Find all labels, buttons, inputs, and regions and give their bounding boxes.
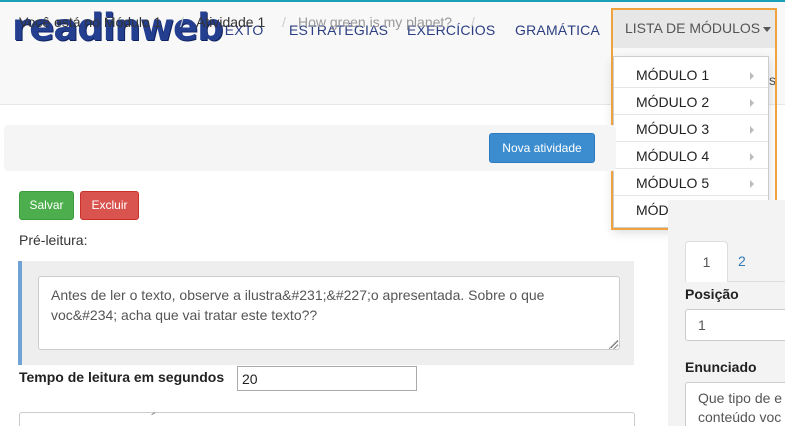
reading-time-input[interactable] — [237, 366, 417, 391]
modules-menu-highlight — [611, 8, 777, 230]
delete-button[interactable]: Excluir — [80, 191, 139, 220]
next-field-box[interactable] — [19, 412, 635, 426]
new-activity-button[interactable]: Nova atividade — [489, 133, 595, 163]
tab-divider — [728, 281, 785, 282]
breadcrumb-separator: / — [180, 14, 184, 30]
pre-reading-textarea[interactable]: Antes de ler o texto, observe a ilustra&… — [38, 276, 620, 350]
nav-gramatica[interactable]: GRAMÁTICA — [515, 22, 600, 38]
breadcrumb-separator: / — [282, 14, 286, 30]
breadcrumb-separator: / — [471, 14, 475, 30]
breadcrumb-module[interactable]: Você está no Módulo 1 — [19, 14, 161, 30]
breadcrumb-activity[interactable]: Atividade 1 — [196, 14, 265, 30]
reading-time-label: Tempo de leitura em segundos — [19, 369, 225, 385]
position-label: Posição — [685, 286, 739, 302]
resize-handle-icon[interactable] — [609, 340, 618, 349]
statement-label: Enunciado — [685, 359, 757, 375]
statement-textarea[interactable]: Que tipo de e conteúdo voc — [685, 382, 785, 426]
pre-reading-label: Pré-leitura: — [19, 232, 88, 248]
breadcrumb-current: How green is my planet? — [298, 14, 453, 30]
save-button[interactable]: Salvar — [19, 191, 74, 220]
position-input[interactable]: 1 — [685, 309, 785, 341]
tab-question-1[interactable]: 1 — [685, 241, 728, 282]
tab-question-2[interactable]: 2 — [738, 253, 746, 269]
